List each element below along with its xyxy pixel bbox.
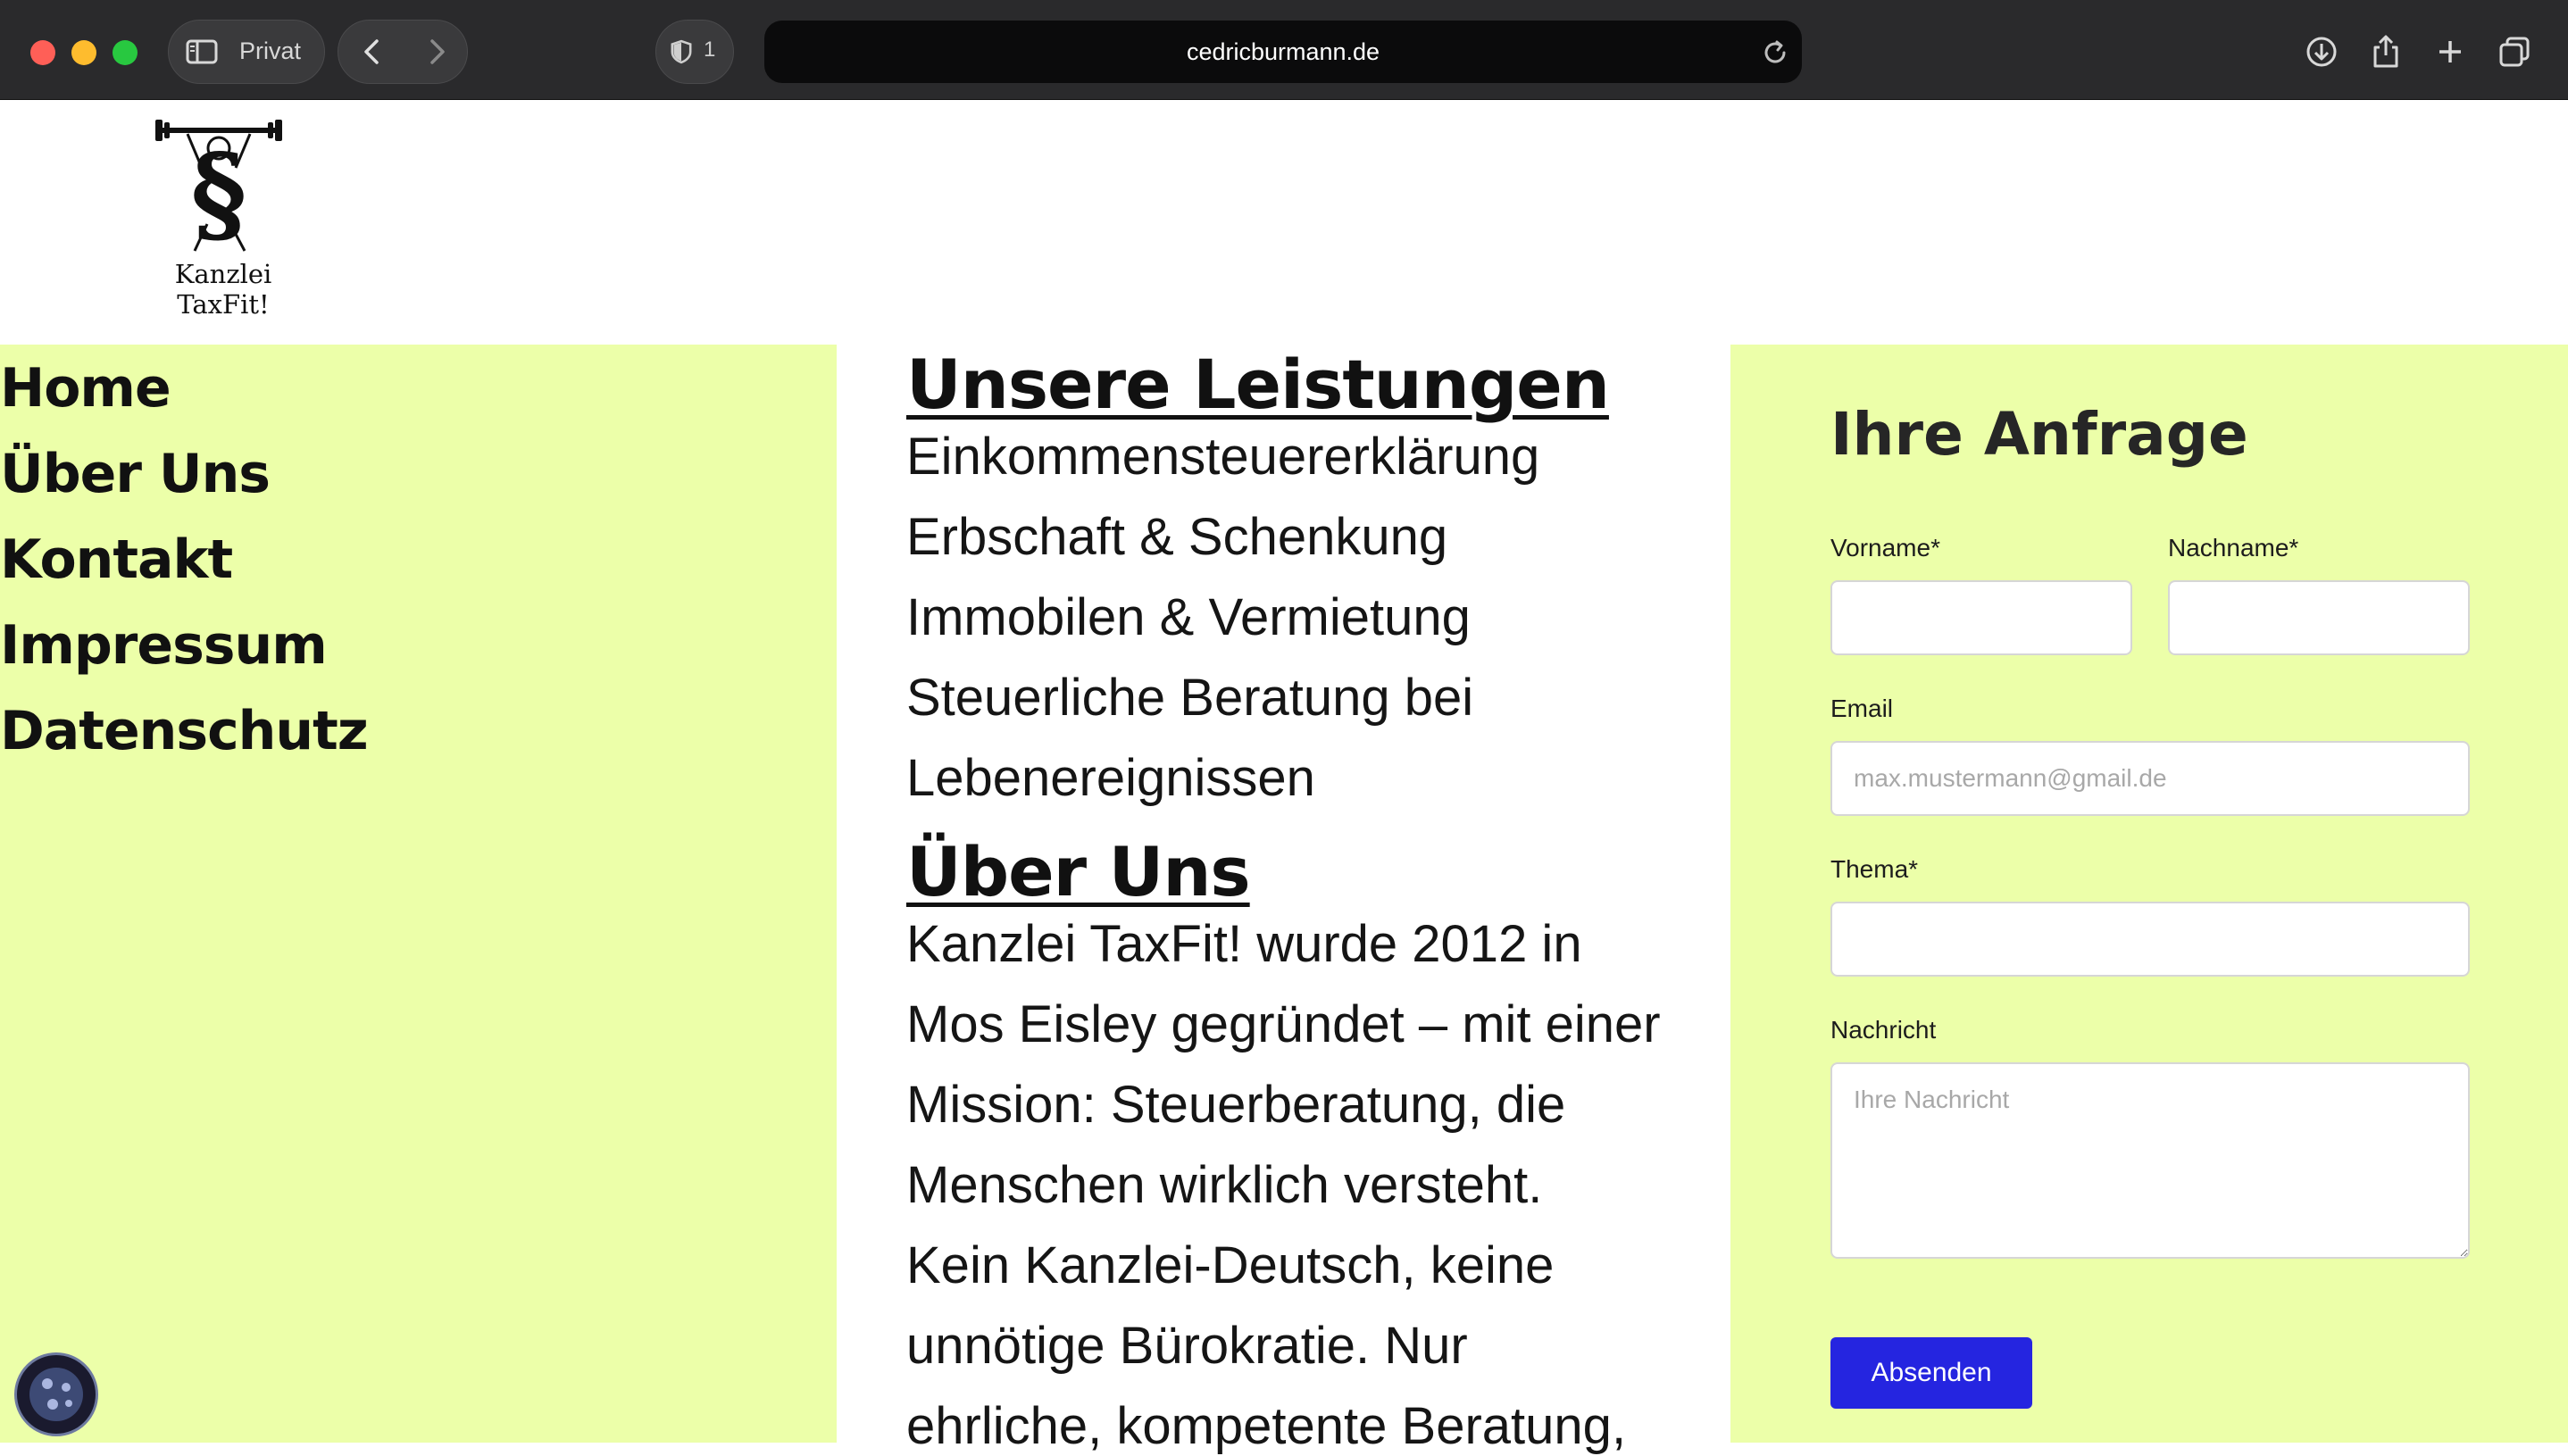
service-item: Steuerliche Beratung bei bbox=[906, 669, 1474, 727]
nav-impressum[interactable]: Impressum bbox=[0, 614, 328, 677]
service-item: Lebenereignissen bbox=[906, 749, 1315, 807]
nav-datenschutz[interactable]: Datenschutz bbox=[0, 700, 369, 762]
close-window-button[interactable] bbox=[30, 40, 55, 65]
about-text-line: ehrliche, kompetente Beratung, bbox=[906, 1397, 1627, 1455]
nav-ueber-uns[interactable]: Über Uns bbox=[0, 443, 271, 505]
lastname-label: Nachname* bbox=[2168, 534, 2299, 562]
share-icon[interactable] bbox=[2368, 34, 2404, 70]
about-text-line: Kein Kanzlei-Deutsch, keine bbox=[906, 1236, 1555, 1294]
forward-icon[interactable] bbox=[418, 34, 454, 70]
message-textarea[interactable] bbox=[1830, 1062, 2470, 1259]
topic-label: Thema* bbox=[1830, 855, 1919, 883]
reload-icon[interactable] bbox=[1757, 35, 1793, 71]
about-text-line: Menschen wirklich versteht. bbox=[906, 1156, 1543, 1214]
email-input[interactable] bbox=[1830, 741, 2470, 816]
back-icon[interactable] bbox=[355, 34, 391, 70]
tabs-overview-icon[interactable] bbox=[2497, 34, 2532, 70]
cookie-icon bbox=[29, 1368, 83, 1421]
service-item: Einkommensteuererklärung bbox=[906, 428, 1540, 486]
nav-home[interactable]: Home bbox=[0, 357, 171, 420]
service-item: Erbschaft & Schenkung bbox=[906, 508, 1448, 566]
browser-toolbar: Privat 1 cedricburmann.de bbox=[0, 0, 2568, 100]
minimize-window-button[interactable] bbox=[71, 40, 96, 65]
about-text-line: Kanzlei TaxFit! wurde 2012 in bbox=[906, 915, 1582, 973]
service-item: Immobilen & Vermietung bbox=[906, 588, 1471, 646]
sidebar-nav: Home Über Uns Kontakt Impressum Datensch… bbox=[0, 345, 837, 1443]
firstname-input[interactable] bbox=[1830, 580, 2132, 655]
submit-button[interactable]: Absenden bbox=[1830, 1337, 2032, 1409]
form-title: Ihre Anfrage bbox=[1830, 400, 2248, 469]
topic-input[interactable] bbox=[1830, 902, 2470, 977]
address-bar[interactable]: cedricburmann.de bbox=[764, 21, 1802, 83]
sidebar-icon bbox=[184, 34, 220, 70]
message-label: Nachricht bbox=[1830, 1016, 1937, 1044]
services-title: Unsere Leistungen bbox=[906, 345, 1610, 424]
new-tab-icon[interactable] bbox=[2432, 34, 2468, 70]
contact-form-panel bbox=[1730, 345, 2568, 1443]
shield-icon bbox=[666, 34, 696, 70]
about-title: Über Uns bbox=[906, 832, 1251, 911]
fullscreen-window-button[interactable] bbox=[113, 40, 138, 65]
nav-kontakt[interactable]: Kontakt bbox=[0, 528, 233, 591]
kanzlei-taxfit-logo[interactable]: § Kanzlei TaxFit! bbox=[134, 112, 313, 320]
tracker-count: 1 bbox=[704, 37, 716, 62]
lastname-input[interactable] bbox=[2168, 580, 2470, 655]
private-label: Privat bbox=[239, 37, 302, 64]
logo-text: Kanzlei TaxFit! bbox=[174, 259, 272, 320]
weightlifter-paragraph-icon: § bbox=[155, 120, 282, 255]
email-label: Email bbox=[1830, 695, 1894, 722]
about-text-line: Mission: Steuerberatung, die bbox=[906, 1076, 1566, 1134]
url-text: cedricburmann.de bbox=[1186, 38, 1380, 65]
about-text-line: Mos Eisley gegründet – mit einer bbox=[906, 995, 1661, 1053]
about-text-line: unnötige Bürokratie. Nur bbox=[906, 1317, 1468, 1375]
cookie-settings-button[interactable] bbox=[14, 1352, 98, 1436]
download-icon[interactable] bbox=[2304, 34, 2339, 70]
firstname-label: Vorname* bbox=[1830, 534, 1940, 562]
